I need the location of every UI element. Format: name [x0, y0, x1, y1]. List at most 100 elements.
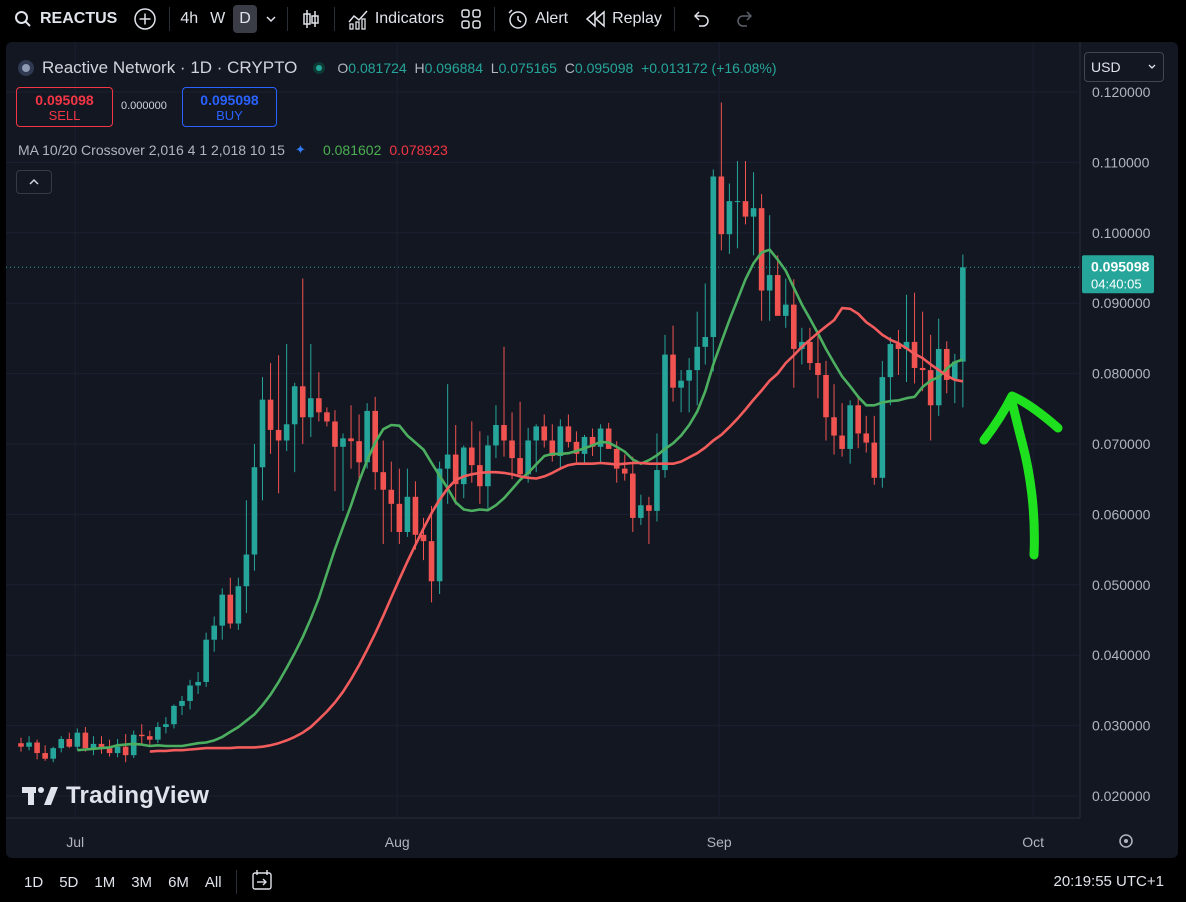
candle — [308, 398, 314, 418]
candle — [195, 681, 201, 686]
candle — [235, 586, 242, 624]
range-1m[interactable]: 1M — [86, 874, 123, 891]
symbol-title: Reactive Network · 1D · CRYPTO — [42, 58, 298, 77]
candle — [605, 428, 612, 449]
candle — [855, 405, 861, 434]
candle — [565, 426, 572, 442]
alert-button[interactable]: Alert — [499, 0, 576, 38]
gear-icon[interactable] — [1119, 834, 1133, 848]
candle — [750, 208, 757, 217]
candle — [316, 398, 322, 413]
candle — [122, 746, 129, 756]
candle — [251, 467, 258, 555]
candle — [702, 336, 709, 347]
x-tick-label: Sep — [707, 834, 732, 850]
candle — [654, 470, 660, 511]
candle — [557, 426, 564, 456]
sell-button[interactable]: 0.095098 SELL — [16, 87, 113, 127]
indicators-icon — [348, 10, 368, 30]
replay-button[interactable]: Replay — [576, 0, 670, 38]
candle — [396, 503, 403, 532]
watermark-text: TradingView — [66, 782, 210, 809]
interval-d[interactable]: D — [233, 5, 257, 33]
range-all[interactable]: All — [197, 874, 230, 891]
candle — [807, 341, 813, 364]
range-5d[interactable]: 5D — [51, 874, 86, 891]
currency-select[interactable]: USD — [1084, 52, 1164, 82]
ma-slow-value: 0.078923 — [389, 142, 448, 158]
buy-button[interactable]: 0.095098 BUY — [182, 87, 277, 127]
candle — [412, 496, 419, 535]
redo-button[interactable] — [723, 0, 767, 38]
replay-label: Replay — [612, 10, 662, 27]
candle — [742, 201, 749, 217]
range-6m[interactable]: 6M — [160, 874, 197, 891]
interval-dropdown[interactable] — [259, 0, 283, 38]
candle — [380, 472, 387, 490]
last-price-value: 0.095098 — [1091, 258, 1150, 274]
collapse-legend-button[interactable] — [16, 170, 52, 194]
candle — [283, 424, 290, 441]
candle — [66, 738, 73, 747]
chart-type-button[interactable] — [292, 0, 330, 38]
layouts-button[interactable] — [452, 0, 490, 38]
candles-icon — [303, 10, 319, 28]
compare-button[interactable] — [125, 0, 165, 38]
candle — [332, 421, 338, 447]
candle — [179, 700, 185, 706]
close-value: 0.095098 — [574, 60, 634, 76]
candle — [219, 594, 226, 626]
ohlc-values: O0.081724 H0.096884 L0.075165 C0.095098 … — [337, 60, 776, 76]
market-status-icon[interactable] — [313, 62, 326, 74]
symbol-search[interactable]: REACTUS — [0, 0, 125, 38]
candle — [485, 445, 491, 487]
candle — [686, 370, 692, 381]
candle — [879, 377, 886, 478]
candle — [356, 441, 362, 463]
y-tick-label: 0.040000 — [1092, 647, 1151, 663]
range-1d[interactable]: 1D — [16, 874, 51, 891]
indicators-button[interactable]: Indicators — [339, 0, 452, 38]
y-tick-label: 0.060000 — [1092, 506, 1151, 522]
candle — [155, 727, 161, 740]
high-value: 0.096884 — [424, 60, 483, 76]
interval-4h[interactable]: 4h — [174, 0, 204, 38]
candle — [74, 732, 81, 747]
candle — [823, 375, 829, 418]
candle — [847, 405, 853, 449]
candle — [758, 208, 765, 291]
candle — [726, 201, 733, 235]
grid-icon — [461, 9, 481, 29]
candle — [211, 625, 217, 640]
candle — [493, 424, 499, 446]
range-3m[interactable]: 3M — [123, 874, 160, 891]
candle — [710, 176, 717, 337]
y-tick-label: 0.120000 — [1092, 84, 1151, 100]
candle — [388, 489, 395, 504]
candle — [871, 442, 878, 478]
clock-timezone[interactable]: 20:19:55 UTC+1 — [1054, 873, 1165, 890]
price-chart[interactable]: 0.120000 0.110000 0.100000 0.090000 0.080000… — [6, 42, 1178, 858]
interval-w[interactable]: W — [204, 0, 231, 38]
chart-panel[interactable]: 0.120000 0.110000 0.100000 0.090000 0.080000… — [6, 42, 1178, 858]
undo-button[interactable] — [679, 0, 723, 38]
y-tick-label: 0.100000 — [1092, 225, 1151, 241]
candle — [291, 386, 298, 425]
candle — [501, 424, 507, 441]
last-price-tag: 0.095098 04:40:05 — [1082, 255, 1154, 294]
bottom-toolbar: 1D 5D 1M 3M 6M All 20:19:55 UTC+1 — [0, 862, 1186, 902]
replay-icon — [585, 10, 605, 28]
candle — [420, 534, 427, 542]
goto-date-button[interactable] — [243, 869, 283, 895]
undo-icon — [693, 11, 709, 27]
tradingview-logo[interactable]: TradingView — [22, 782, 209, 810]
sell-price: 0.095098 — [35, 91, 94, 108]
sparkle-icon[interactable]: ✦ — [295, 142, 311, 158]
y-tick-label: 0.090000 — [1092, 295, 1151, 311]
y-tick-label: 0.020000 — [1092, 788, 1151, 804]
candle — [581, 436, 588, 454]
chevron-down-icon — [1148, 64, 1156, 69]
x-tick-label: Jul — [66, 834, 84, 850]
indicator-legend[interactable]: MA 10/20 Crossover 2,016 4 1 2,018 10 15… — [18, 142, 448, 158]
candle — [428, 541, 435, 582]
